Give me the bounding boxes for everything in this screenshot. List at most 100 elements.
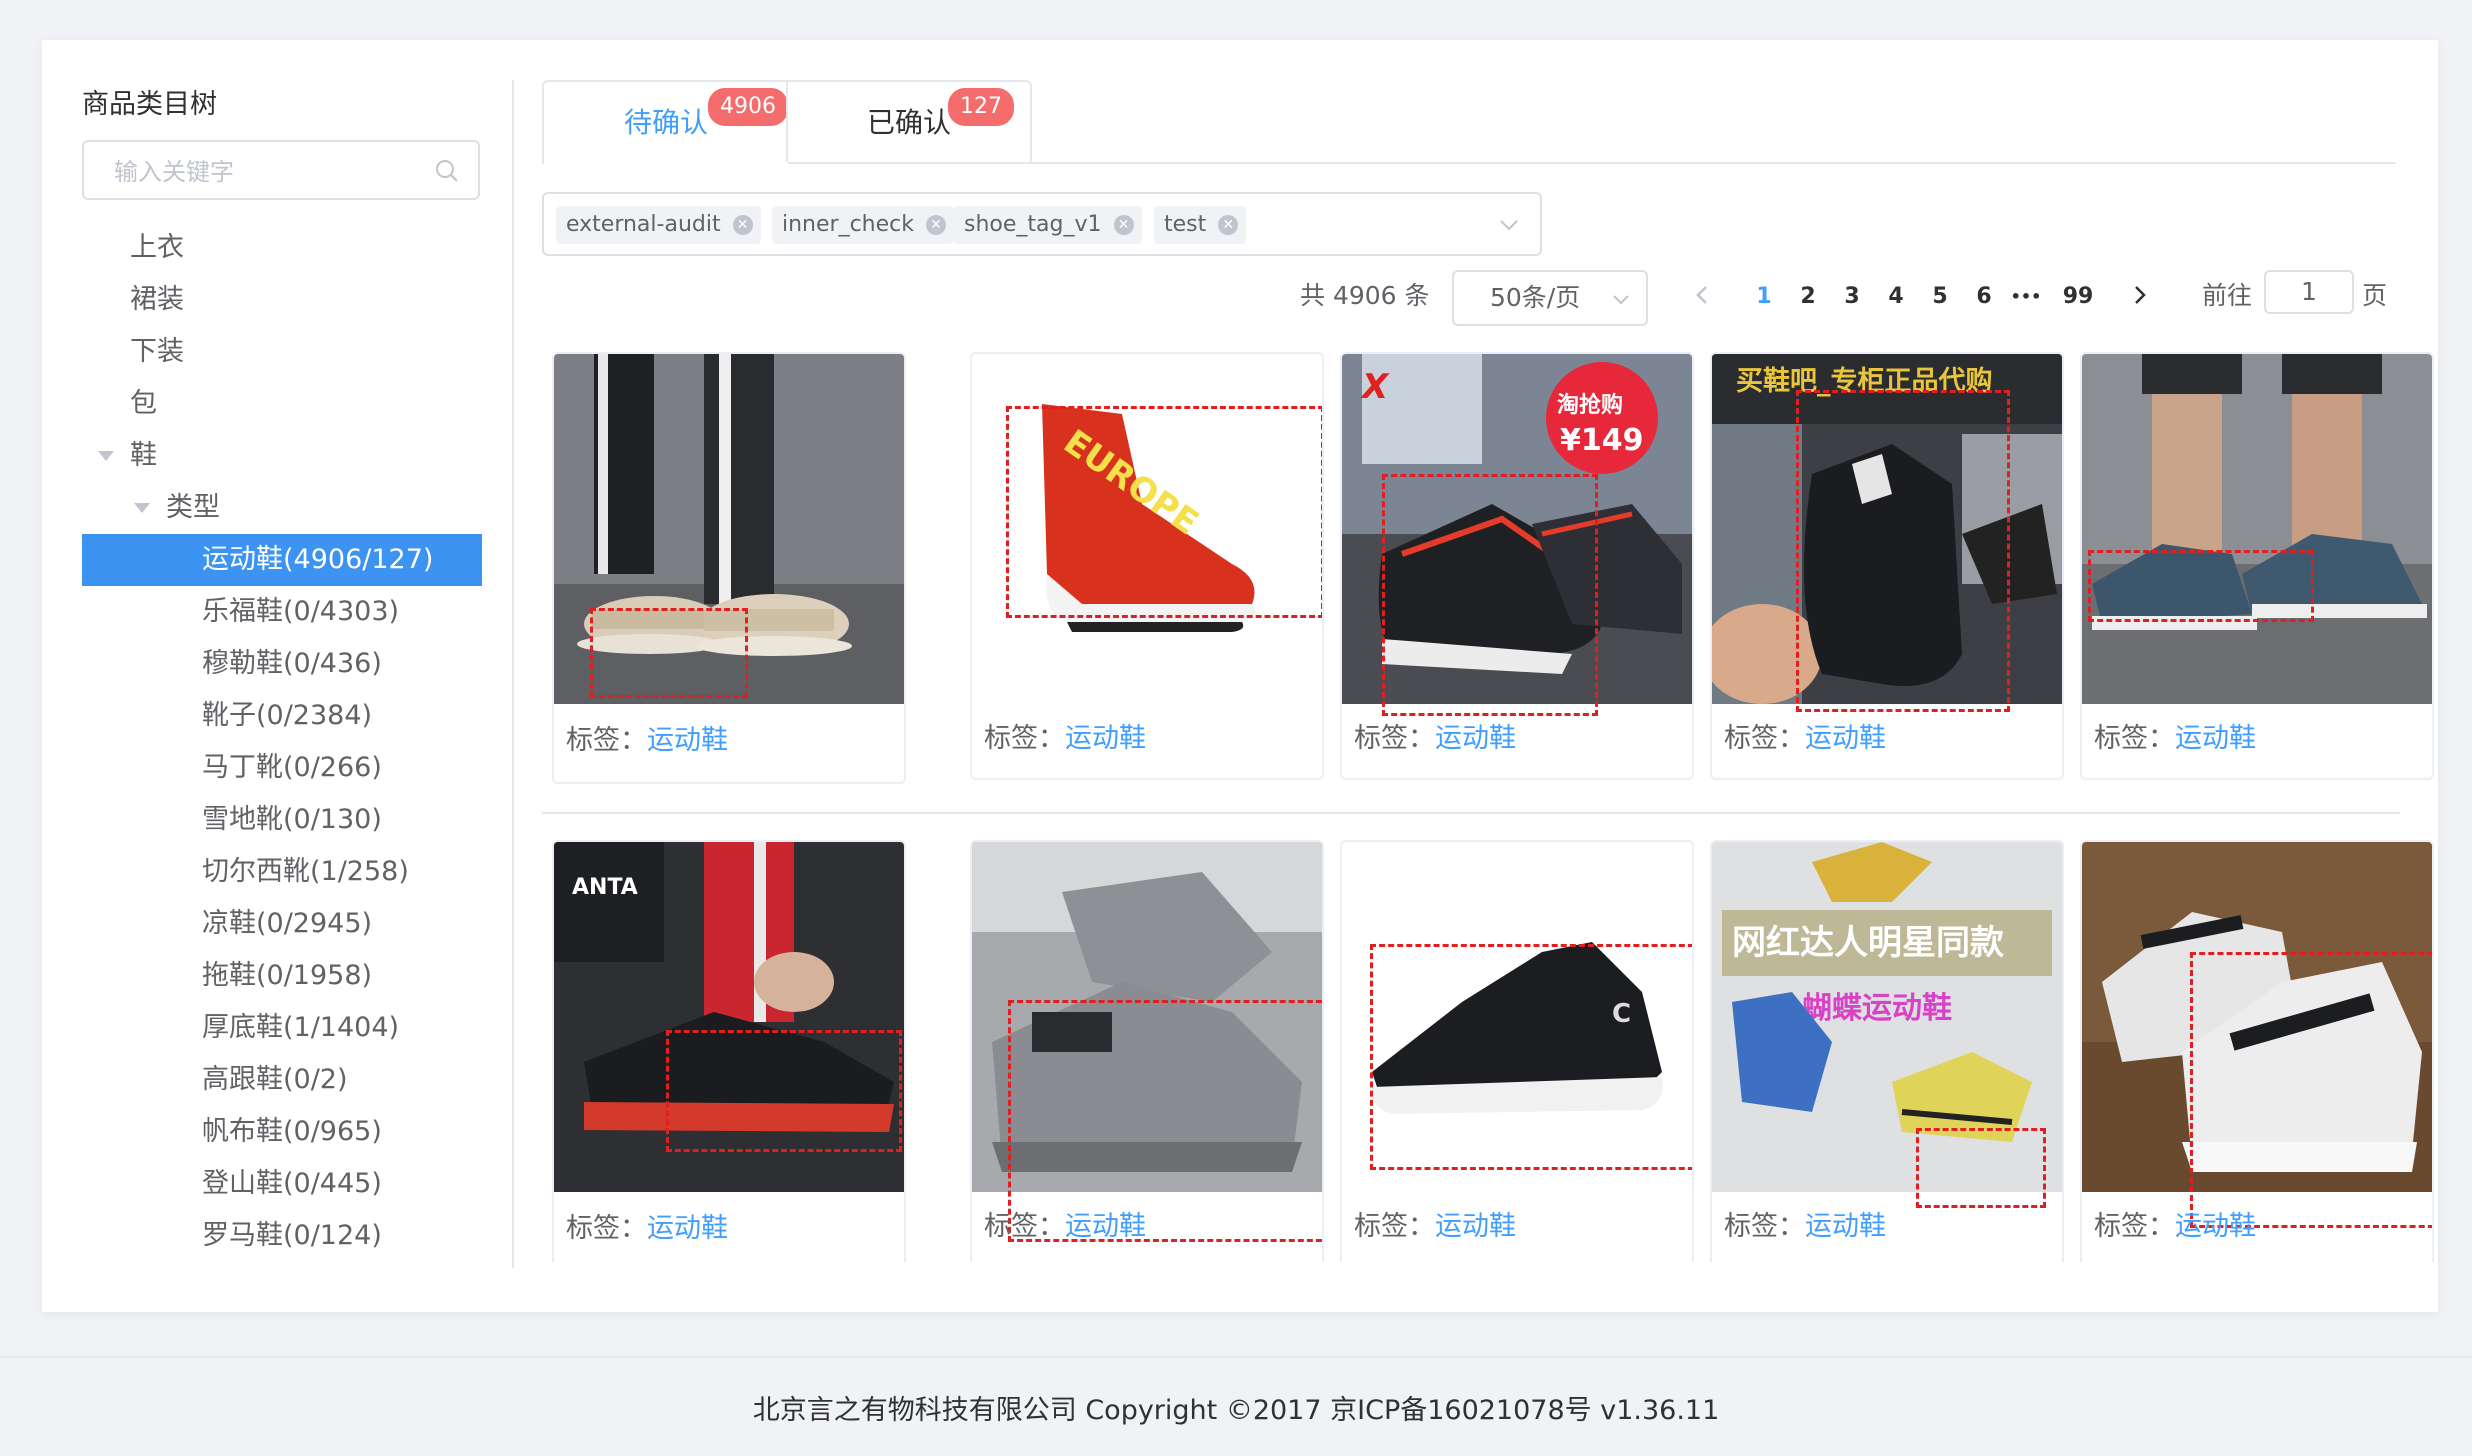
tree-node-heels[interactable]: 高跟鞋(0/2) — [82, 1054, 482, 1106]
image-card[interactable]: 标签：运动鞋 — [552, 352, 906, 784]
tab-confirmed[interactable]: 已确认 127 — [786, 80, 1032, 162]
filter-tag-text: external-audit — [566, 212, 721, 237]
category-tree: 上衣 裙装 下装 包 鞋 类型 运动鞋(4906/127) 乐福鞋(0/4303… — [82, 222, 482, 1262]
page-button[interactable]: 2 — [1786, 272, 1830, 322]
price-text: ¥149 — [1560, 423, 1644, 458]
tag-link[interactable]: 运动鞋 — [1065, 723, 1146, 754]
page-button[interactable]: 4 — [1874, 272, 1918, 322]
close-icon[interactable]: ✕ — [732, 215, 753, 235]
chevron-left-icon[interactable] — [1692, 284, 1714, 306]
filter-tag-text: inner_check — [782, 212, 914, 237]
page-button[interactable]: 3 — [1830, 272, 1874, 322]
image-card[interactable]: ANTA 标签：运动鞋 — [552, 840, 906, 1262]
tag-caption: 标签：运动鞋 — [1724, 1204, 1886, 1243]
count-badge: 4906 — [706, 86, 790, 128]
annotation-box — [1006, 406, 1322, 618]
close-icon[interactable]: ✕ — [926, 215, 946, 235]
tag-link[interactable]: 运动鞋 — [1065, 1211, 1146, 1242]
image-card[interactable]: 网红达人明星同款 蝴蝶运动鞋 标签：运动鞋 — [1710, 840, 2064, 1262]
page-button[interactable]: 99 — [2050, 272, 2106, 322]
tag-link[interactable]: 运动鞋 — [1435, 1211, 1516, 1242]
tree-node-type[interactable]: 类型 — [82, 482, 482, 534]
tree-node-label: 鞋 — [130, 440, 157, 471]
tree-node-sneakers[interactable]: 运动鞋(4906/127) — [82, 534, 482, 586]
image-card[interactable]: 买鞋吧_专柜正品代购 标签：运动鞋 — [1710, 352, 2064, 780]
tree-search-input[interactable] — [112, 156, 416, 188]
tree-node-hiking[interactable]: 登山鞋(0/445) — [82, 1158, 482, 1210]
annotation-box — [1796, 390, 2010, 712]
tree-node-shoes[interactable]: 鞋 — [82, 430, 482, 482]
image-card[interactable]: 标签：运动鞋 — [2080, 352, 2434, 780]
tag-caption: 标签：运动鞋 — [984, 1204, 1146, 1243]
tree-node-platform[interactable]: 厚底鞋(1/1404) — [82, 1002, 482, 1054]
tree-node-roman[interactable]: 罗马鞋(0/124) — [82, 1210, 482, 1262]
image-card[interactable]: EUROPE 标签：运动鞋 — [970, 352, 1324, 780]
filter-tag: inner_check ✕ — [772, 206, 954, 244]
page-size-value: 50条/页 — [1490, 283, 1581, 312]
product-image[interactable] — [2082, 354, 2432, 704]
caret-down-icon[interactable] — [98, 451, 114, 461]
caret-down-icon[interactable] — [134, 503, 150, 513]
close-icon[interactable]: ✕ — [1218, 215, 1239, 235]
caption-prefix: 标签： — [566, 725, 647, 756]
filter-tag: external-audit ✕ — [556, 206, 761, 244]
page-button[interactable]: 5 — [1918, 272, 1962, 322]
tag-caption: 标签：运动鞋 — [2094, 716, 2256, 755]
filter-tag-text: shoe_tag_v1 — [964, 212, 1102, 237]
tree-node-bottoms[interactable]: 下装 — [82, 326, 482, 378]
page-button[interactable]: 1 — [1742, 272, 1786, 322]
page-size-select[interactable]: 50条/页 — [1452, 270, 1648, 326]
tag-link[interactable]: 运动鞋 — [1805, 723, 1886, 754]
caption-prefix: 标签： — [984, 1211, 1065, 1242]
image-card[interactable]: 标签：运动鞋 — [2080, 840, 2434, 1262]
tag-link[interactable]: 运动鞋 — [2175, 1211, 2256, 1242]
row-separator — [542, 812, 2400, 814]
chevron-down-icon[interactable] — [1498, 214, 1520, 236]
tree-node-tops[interactable]: 上衣 — [82, 222, 482, 274]
annotation-box — [1916, 1128, 2046, 1208]
caption-prefix: 标签： — [1354, 1211, 1435, 1242]
goto-page-input[interactable]: 1 — [2264, 270, 2354, 314]
tag-multiselect[interactable]: external-audit ✕ inner_check ✕ shoe_tag_… — [542, 192, 1542, 256]
tag-link[interactable]: 运动鞋 — [1435, 723, 1516, 754]
main-card: 商品类目树 上衣 裙装 下装 包 鞋 类型 运动鞋(4906/127) 乐福鞋(… — [42, 40, 2438, 1312]
svg-text:X: X — [1360, 367, 1390, 407]
tag-link[interactable]: 运动鞋 — [2175, 723, 2256, 754]
tag-link[interactable]: 运动鞋 — [647, 725, 728, 756]
tag-caption: 标签：运动鞋 — [2094, 1204, 2256, 1243]
chevron-down-icon — [1613, 295, 1629, 305]
tag-caption: 标签：运动鞋 — [1354, 716, 1516, 755]
image-card[interactable]: X 淘抢购 ¥149 标签：运动鞋 — [1340, 352, 1694, 780]
page-button[interactable]: 6 — [1962, 272, 2006, 322]
tab-pending[interactable]: 待确认 4906 — [542, 80, 790, 164]
tree-node-snow-boots[interactable]: 雪地靴(0/130) — [82, 794, 482, 846]
tree-node-chelsea-boots[interactable]: 切尔西靴(1/258) — [82, 846, 482, 898]
caption-prefix: 标签： — [1724, 723, 1805, 754]
more-pages-button[interactable]: ••• — [2004, 272, 2048, 322]
banner-text: 网红达人明星同款 — [1732, 923, 2004, 963]
tree-node-mules[interactable]: 穆勒鞋(0/436) — [82, 638, 482, 690]
tag-link[interactable]: 运动鞋 — [647, 1213, 728, 1244]
image-card[interactable]: 标签：运动鞋 — [970, 840, 1324, 1262]
tree-node-canvas[interactable]: 帆布鞋(0/965) — [82, 1106, 482, 1158]
tree-node-sandals[interactable]: 凉鞋(0/2945) — [82, 898, 482, 950]
tree-node-loafers[interactable]: 乐福鞋(0/4303) — [82, 586, 482, 638]
tree-node-bags[interactable]: 包 — [82, 378, 482, 430]
tag-caption: 标签：运动鞋 — [566, 718, 728, 757]
filter-tag: shoe_tag_v1 ✕ — [954, 206, 1142, 244]
tag-link[interactable]: 运动鞋 — [1805, 1211, 1886, 1242]
goto-label: 前往 — [2202, 281, 2253, 310]
chevron-right-icon[interactable] — [2128, 284, 2150, 306]
filter-tag-text: test — [1164, 212, 1207, 237]
search-icon[interactable] — [434, 158, 460, 184]
tree-node-slippers[interactable]: 拖鞋(0/1958) — [82, 950, 482, 1002]
tree-node-martin-boots[interactable]: 马丁靴(0/266) — [82, 742, 482, 794]
close-icon[interactable]: ✕ — [1113, 215, 1134, 235]
image-card[interactable]: C 标签：运动鞋 — [1340, 840, 1694, 1262]
tree-node-dresses[interactable]: 裙装 — [82, 274, 482, 326]
tree-node-boots[interactable]: 靴子(0/2384) — [82, 690, 482, 742]
tree-title: 商品类目树 — [82, 89, 217, 120]
tree-search[interactable] — [82, 140, 480, 200]
tree-node-label: 类型 — [166, 492, 220, 523]
annotation-box — [2190, 952, 2432, 1228]
